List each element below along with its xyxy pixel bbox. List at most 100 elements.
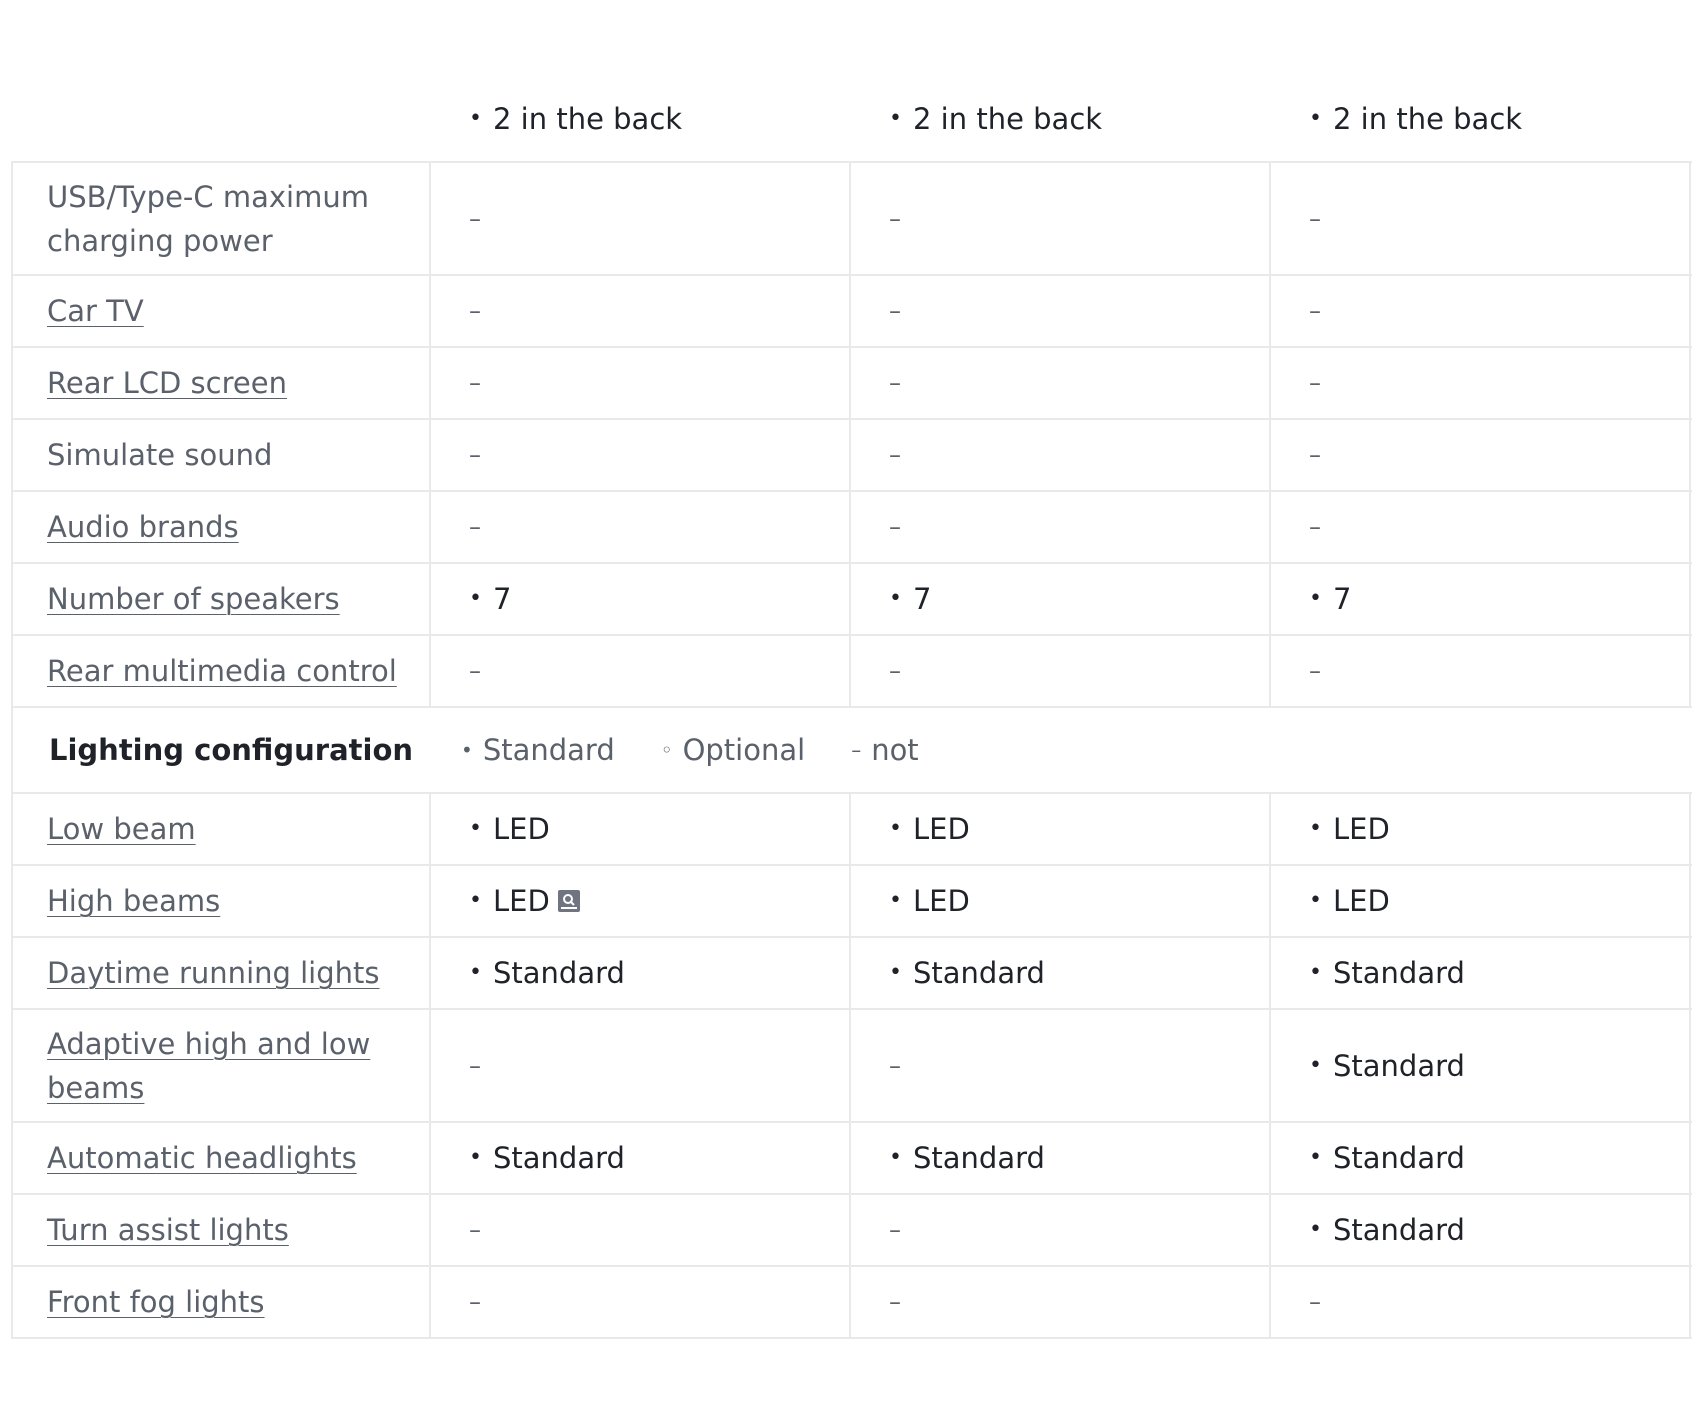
- value-cell: –: [431, 276, 851, 346]
- value-cell: –: [851, 492, 1271, 562]
- not-available-dash: –: [1309, 513, 1321, 541]
- legend-not-mark: –: [851, 738, 862, 762]
- bullet-mark: •: [469, 960, 482, 985]
- row-label-cell: Number of speakers: [11, 564, 431, 634]
- row-label: Simulate sound: [47, 438, 273, 472]
- value-text: 7: [913, 582, 932, 616]
- bullet-mark: •: [889, 888, 902, 913]
- not-available-dash: –: [469, 657, 481, 685]
- bullet-mark: •: [889, 1145, 902, 1170]
- header-value-cell: • 2 in the back: [431, 0, 851, 161]
- row-label-cell: Rear LCD screen: [11, 348, 431, 418]
- bullet-mark: •: [889, 960, 902, 985]
- not-available-dash: –: [469, 369, 481, 397]
- value-cell: • Standard: [1271, 1195, 1691, 1265]
- row-label-link[interactable]: Audio brands: [47, 505, 239, 549]
- value-cell: • Standard: [1271, 938, 1691, 1008]
- value-cell: –: [1271, 420, 1691, 490]
- bullet-mark: •: [469, 816, 482, 841]
- row-label-link[interactable]: Low beam: [47, 807, 196, 851]
- legend-standard: • Standard: [461, 733, 615, 767]
- spec-table: • 2 in the back • 2 in the back • 2 in t…: [11, 0, 1692, 1339]
- value-cell: –: [1271, 276, 1691, 346]
- value-cell: • 7: [431, 564, 851, 634]
- row-label-link[interactable]: Front fog lights: [47, 1280, 265, 1324]
- value-text: Standard: [493, 956, 625, 990]
- header-value-cell: • 2 in the back: [1271, 0, 1691, 161]
- not-available-dash: –: [469, 513, 481, 541]
- value-cell: • LED: [431, 866, 851, 936]
- value-cell: –: [431, 636, 851, 706]
- legend-optional: ◦ Optional: [661, 733, 805, 767]
- spec-comparison-page: • 2 in the back • 2 in the back • 2 in t…: [0, 0, 1692, 1424]
- row-label-cell: Rear multimedia control: [11, 636, 431, 706]
- legend-optional-label: Optional: [682, 733, 806, 767]
- row-label-cell: USB/Type-C maximum charging power: [11, 163, 431, 274]
- bullet-mark: •: [1309, 1217, 1322, 1242]
- value-cell: –: [431, 1010, 851, 1121]
- not-available-dash: –: [889, 1216, 901, 1244]
- table-row: Daytime running lights • Standard • Standard…: [11, 938, 1692, 1010]
- header-value: 2 in the back: [913, 102, 1103, 136]
- value-cell: • Standard: [431, 1123, 851, 1193]
- legend-optional-mark: ◦: [660, 738, 673, 762]
- row-label-link[interactable]: Automatic headlights: [47, 1136, 357, 1180]
- row-label-cell: Turn assist lights: [11, 1195, 431, 1265]
- table-row: Turn assist lights – – • Standard: [11, 1195, 1692, 1267]
- row-label-cell: Low beam: [11, 794, 431, 864]
- header-value: 2 in the back: [493, 102, 683, 136]
- row-label-link[interactable]: Rear multimedia control: [47, 649, 397, 693]
- value-text: Standard: [1333, 956, 1465, 990]
- not-available-dash: –: [1309, 441, 1321, 469]
- header-label-cell: [11, 0, 431, 161]
- value-cell: • Standard: [1271, 1123, 1691, 1193]
- not-available-dash: –: [1309, 204, 1321, 233]
- value-text: 7: [493, 582, 512, 616]
- value-cell: • 7: [851, 564, 1271, 634]
- value-cell: –: [851, 1010, 1271, 1121]
- not-available-dash: –: [889, 297, 901, 325]
- not-available-dash: –: [469, 204, 481, 233]
- legend-standard-mark: •: [461, 738, 473, 762]
- row-label-link[interactable]: High beams: [47, 879, 220, 923]
- not-available-dash: –: [889, 513, 901, 541]
- value-text: 7: [1333, 582, 1352, 616]
- value-cell: –: [431, 348, 851, 418]
- not-available-dash: –: [889, 204, 901, 233]
- bullet-mark: •: [1309, 888, 1322, 913]
- legend-not-label: not: [871, 733, 919, 767]
- value-cell: –: [851, 1195, 1271, 1265]
- value-cell: –: [431, 420, 851, 490]
- value-cell: –: [851, 1267, 1271, 1337]
- row-label-cell: Car TV: [11, 276, 431, 346]
- value-cell: • LED: [431, 794, 851, 864]
- value-cell: • Standard: [851, 938, 1271, 1008]
- table-row: Number of speakers • 7 • 7 • 7: [11, 564, 1692, 636]
- row-label-cell: High beams: [11, 866, 431, 936]
- lighting-rows: Low beam • LED • LED • LED High beams • LED • LED • L…: [11, 794, 1692, 1339]
- value-text: LED: [493, 884, 550, 918]
- row-label-link[interactable]: Rear LCD screen: [47, 361, 287, 405]
- not-available-dash: –: [1309, 297, 1321, 325]
- row-label-cell: Simulate sound: [11, 420, 431, 490]
- row-label-link[interactable]: Car TV: [47, 289, 144, 333]
- row-label-link[interactable]: Turn assist lights: [47, 1208, 289, 1252]
- not-available-dash: –: [889, 657, 901, 685]
- value-cell: • LED: [1271, 794, 1691, 864]
- header-value: 2 in the back: [1333, 102, 1523, 136]
- search-icon[interactable]: [557, 890, 580, 912]
- value-text: Standard: [1333, 1213, 1465, 1247]
- row-label-cell: Adaptive high and low beams: [11, 1010, 431, 1121]
- not-available-dash: –: [1309, 369, 1321, 397]
- row-label-link[interactable]: Adaptive high and low beams: [47, 1022, 409, 1110]
- not-available-dash: –: [889, 1051, 901, 1080]
- table-row: Low beam • LED • LED • LED: [11, 794, 1692, 866]
- not-available-dash: –: [469, 297, 481, 325]
- legend-standard-label: Standard: [482, 733, 615, 767]
- value-cell: –: [431, 163, 851, 274]
- value-cell: • LED: [851, 866, 1271, 936]
- row-label-link[interactable]: Number of speakers: [47, 577, 340, 621]
- row-label-link[interactable]: Daytime running lights: [47, 951, 380, 995]
- value-cell: –: [431, 1267, 851, 1337]
- bullet-mark: •: [889, 106, 902, 131]
